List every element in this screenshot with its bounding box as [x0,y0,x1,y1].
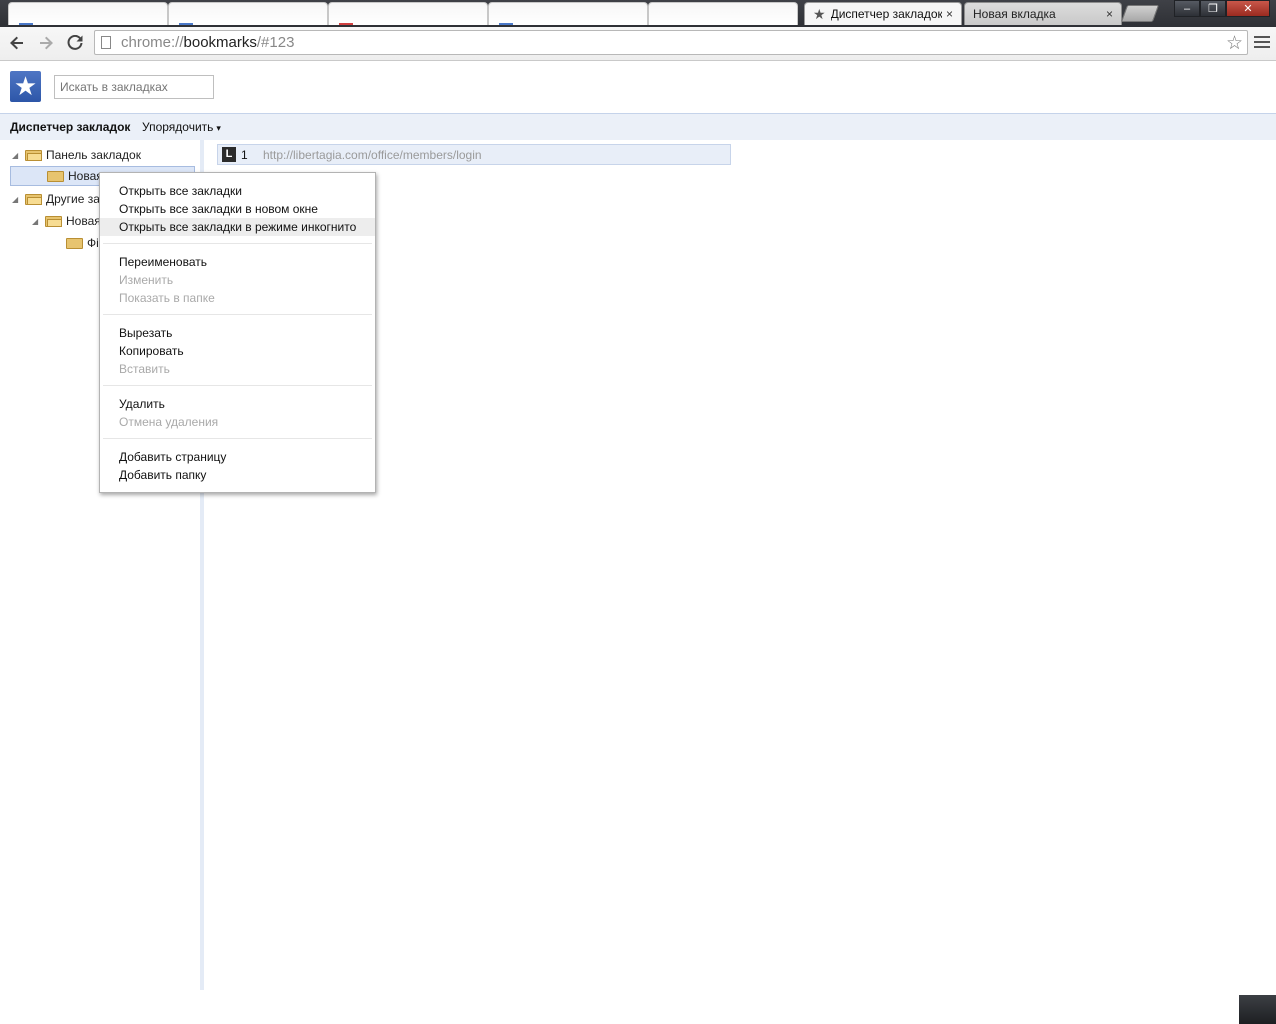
context-menu-item[interactable]: Открыть все закладки в новом окне [100,200,375,218]
close-window-button[interactable]: ✕ [1226,0,1270,17]
maximize-button[interactable]: ❐ [1200,0,1226,17]
forward-button[interactable] [35,32,57,54]
expand-triangle-icon[interactable]: ◢ [32,217,42,226]
organize-label: Упорядочить [142,120,214,134]
context-menu-item: Отмена удаления [119,415,219,429]
reload-icon [67,35,83,50]
folder-open-icon [45,215,62,227]
expand-triangle-icon[interactable]: ◢ [12,195,22,204]
star-icon: ★ [813,5,826,22]
reload-button[interactable] [64,32,86,54]
forward-arrow-icon [40,36,53,50]
minimize-button[interactable]: – [1174,0,1200,17]
bookmark-star-icon[interactable]: ☆ [1226,32,1243,55]
tree-item-label: Фі [87,236,99,250]
organize-menu-button[interactable]: Упорядочить ▾ [142,120,221,134]
tab-title: Диспетчер закладок [830,7,942,21]
manager-header: Диспетчер закладок Упорядочить ▾ [0,113,1276,140]
tab-bookmark-manager[interactable]: ★ Диспетчер закладок × [804,2,962,25]
omnibox[interactable]: chrome://bookmarks/#123 ☆ [94,30,1248,55]
tree-item-new-subfolder[interactable]: ◢ Новая [32,211,101,231]
page-icon [101,36,111,49]
browser-toolbar: chrome://bookmarks/#123 ☆ [0,27,1276,61]
folder-open-icon [25,149,42,161]
tree-item-label: Панель закладок [46,148,141,162]
new-tab-button[interactable] [1120,5,1160,22]
chrome-menu-icon[interactable] [1254,33,1270,51]
close-icon[interactable]: × [1106,7,1113,21]
tab-favicon [339,23,353,25]
tab-title: Новая вкладка [973,7,1056,21]
tab[interactable] [488,2,648,25]
context-menu-item[interactable]: Открыть все закладки в режиме инкогнито [100,218,375,236]
context-menu-item: Вставить [119,362,170,376]
menu-separator [103,438,372,439]
context-menu-item[interactable]: Копировать [100,342,375,360]
context-menu-item[interactable]: Добавить папку [100,466,375,484]
tree-item-subfolder[interactable]: Фі [66,233,99,253]
context-menu-item[interactable]: Открыть все закладки [100,182,375,200]
taskbar-corner [1239,995,1276,1024]
url-path: /#123 [256,34,295,51]
tree-item-other-bookmarks[interactable]: ◢ Другие за [12,189,100,209]
tree-item-label: Новая [66,214,101,228]
bookmark-url: http://libertagia.com/office/members/log… [263,147,482,162]
tab-favicon [499,23,513,25]
context-menu-item[interactable]: Вырезать [100,324,375,342]
context-menu-item: Изменить [119,273,174,287]
menu-separator [103,385,372,386]
bookmark-row[interactable]: L 1 http://libertagia.com/office/members… [217,144,731,165]
bookmark-title: 1 [241,147,248,162]
url-scheme: chrome:// [121,34,184,51]
tab-favicon [179,23,193,25]
tab-new-tab[interactable]: Новая вкладка × [964,2,1122,25]
context-menu: Открыть все закладки Открыть все закладки… [99,172,376,493]
bookmarks-star-icon: ★ [10,71,41,102]
close-icon[interactable]: × [946,7,953,21]
context-menu-item[interactable]: Добавить страницу [100,448,375,466]
tab[interactable] [328,2,488,25]
context-menu-item: Показать в папке [119,291,215,305]
tree-item-bookmarks-bar[interactable]: ◢ Панель закладок [12,145,141,165]
search-input[interactable] [54,75,214,99]
tab-strip: ★ Диспетчер закладок × Новая вкладка × –… [0,0,1276,27]
tree-item-label: Новая [68,169,103,183]
page-title: Диспетчер закладок [10,120,131,134]
context-menu-item[interactable]: Переименовать [100,253,375,271]
tab[interactable] [168,2,328,25]
back-arrow-icon [10,36,23,50]
menu-separator [103,243,372,244]
tree-item-label: Другие за [46,192,100,206]
caret-down-icon: ▾ [216,123,221,133]
back-button[interactable] [6,32,28,54]
folder-open-icon [25,193,42,205]
window-controls: – ❐ ✕ [1174,0,1270,18]
context-menu-item[interactable]: Удалить [100,395,375,413]
tab[interactable] [8,2,168,25]
tab-favicon [19,23,33,25]
menu-separator [103,314,372,315]
url-host: bookmarks [183,34,257,51]
folder-icon [47,170,64,182]
expand-triangle-icon[interactable]: ◢ [12,151,22,160]
tab[interactable] [648,2,798,25]
site-favicon-icon: L [222,147,236,162]
folder-icon [66,237,83,249]
omnibox-url[interactable]: chrome://bookmarks/#123 [121,34,294,51]
